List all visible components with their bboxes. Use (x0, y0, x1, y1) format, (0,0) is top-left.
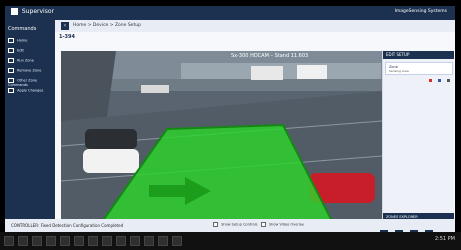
main-area: ‹ Home > Device > Zone Setup 1-394 Sx-30… (55, 20, 455, 232)
sidebar-item-remove-zone[interactable]: Remove Zone (8, 68, 53, 76)
app-title: Supervisor (21, 8, 54, 15)
camera-feed (61, 51, 382, 230)
start-icon[interactable] (4, 236, 14, 246)
camera-viewer[interactable]: Sx-300 HDCAM – Stand 11.603 /29 13:21:32 (61, 51, 382, 230)
breadcrumb: Home > Device > Zone Setup (73, 23, 141, 28)
sidebar-item-label: Remove Zone (17, 68, 42, 73)
sidebar-item-other-zone-commands[interactable]: Other Zone Commands (8, 78, 53, 87)
sidebar-item-apply-changes[interactable]: Apply Changes (8, 88, 53, 96)
app-icon[interactable] (88, 236, 98, 246)
app-icon[interactable] (158, 236, 168, 246)
page-title: 1-394 (59, 34, 75, 40)
toggle-setup-controls[interactable]: Show Setup Controls (221, 223, 257, 227)
app-icon[interactable] (46, 236, 56, 246)
checkbox-icon[interactable] (260, 222, 266, 227)
status-text: CONTROLLER: Fixed Detection Configuratio… (11, 223, 124, 228)
settings-icon[interactable] (437, 79, 441, 82)
breadcrumb-bar: ‹ Home > Device > Zone Setup (55, 20, 455, 32)
sidebar-item-edit[interactable]: Edit (8, 48, 53, 56)
sidebar-item-label: Apply Changes (17, 88, 44, 93)
company-label: ImageSensing Systems (394, 9, 447, 14)
edit-setup-panel: EDIT SETUP Zone Sensing Area ZONES EXPLO… (382, 51, 454, 230)
sidebar-item-home[interactable]: Home (8, 38, 53, 46)
app-icon[interactable] (130, 236, 140, 246)
explorer-icon[interactable] (18, 236, 28, 246)
zone-list-item[interactable]: Zone Sensing Area (385, 62, 453, 82)
app-icon[interactable] (116, 236, 126, 246)
sidebar-header: Commands (8, 26, 37, 32)
app-icon[interactable] (172, 236, 182, 246)
app-icon[interactable] (74, 236, 84, 246)
toggle-video-overlay[interactable]: Show Video Overlay (269, 223, 304, 227)
sidebar: Commands Home Edit Run Zone Remove Zone … (5, 20, 55, 232)
delete-icon[interactable] (428, 79, 432, 82)
playback-controls (378, 222, 433, 232)
panel-header: EDIT SETUP (383, 51, 454, 59)
zone-subtitle: Sensing Area (389, 69, 409, 73)
status-bar: CONTROLLER: Fixed Detection Configuratio… (5, 219, 455, 232)
remove-icon (8, 68, 14, 73)
edit-icon (8, 48, 14, 53)
camera-label: Sx-300 HDCAM – Stand 11.603 (231, 53, 309, 59)
home-icon (8, 38, 14, 43)
sidebar-item-label: Home (17, 38, 28, 43)
zone-actions (428, 67, 450, 86)
top-bar: Supervisor ImageSensing Systems (5, 6, 455, 20)
sidebar-item-label: Edit (17, 48, 24, 53)
sidebar-item-label: Run Zone (17, 58, 34, 63)
brand-logo-icon (11, 8, 18, 15)
browser-icon[interactable] (32, 236, 42, 246)
checkbox-icon[interactable] (213, 222, 218, 227)
lock-icon[interactable] (447, 79, 450, 82)
clock: 2:51 PM (434, 236, 455, 242)
sidebar-item-run-zone[interactable]: Run Zone (8, 58, 53, 66)
check-icon (8, 88, 14, 93)
overlay-toggles: Show Setup Controls Show Video Overlay (213, 222, 304, 227)
taskbar: 2:51 PM (0, 232, 461, 250)
application-window: Supervisor ImageSensing Systems Commands… (5, 6, 455, 232)
brand: Supervisor (11, 8, 54, 15)
app-icon[interactable] (144, 236, 154, 246)
zone-icon (8, 58, 14, 63)
app-icon[interactable] (60, 236, 70, 246)
app-icon[interactable] (102, 236, 112, 246)
back-button[interactable]: ‹ (61, 22, 69, 30)
